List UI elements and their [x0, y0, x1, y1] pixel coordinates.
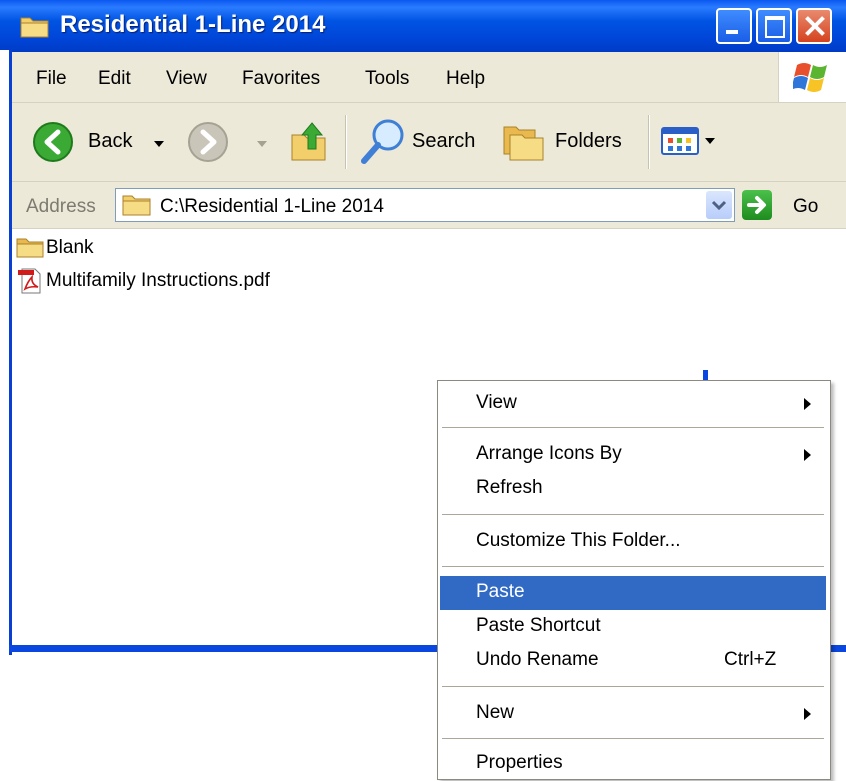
folder-icon [16, 238, 44, 258]
menu-item-label: New [476, 702, 515, 723]
menu-item-customize-folder[interactable]: Customize This Folder... [440, 525, 826, 559]
windows-logo-icon [793, 63, 827, 92]
search-icon [361, 119, 404, 164]
list-item[interactable]: Blank [16, 234, 94, 262]
submenu-arrow-icon [804, 449, 811, 461]
address-input[interactable]: C:\Residential 1-Line 2014 [115, 188, 735, 222]
menu-item-view[interactable]: View [440, 387, 826, 421]
go-arrow-icon [747, 196, 766, 214]
window-left-border [0, 50, 12, 655]
close-button[interactable] [796, 8, 832, 44]
submenu-arrow-icon [804, 398, 811, 410]
folders-button[interactable]: Folders [502, 119, 632, 165]
search-button[interactable]: Search [358, 117, 488, 167]
folder-icon [20, 17, 49, 38]
forward-dropdown-arrow-icon[interactable] [257, 141, 267, 147]
menu-bar: File Edit View Favorites Tools Help [12, 52, 846, 103]
menu-item-label: Properties [476, 752, 563, 773]
list-item[interactable]: Multifamily Instructions.pdf [16, 267, 270, 295]
menu-separator [442, 686, 824, 687]
menu-item-paste[interactable]: Paste [440, 576, 826, 610]
go-button[interactable] [742, 190, 772, 220]
menu-help[interactable]: Help [446, 68, 485, 90]
forward-button[interactable] [187, 121, 267, 165]
pdf-icon [18, 268, 41, 294]
address-dropdown-button[interactable] [706, 191, 732, 219]
menu-item-label: View [476, 392, 517, 413]
address-label: Address [26, 196, 96, 217]
menu-item-arrange-icons-by[interactable]: Arrange Icons By [440, 438, 826, 472]
menu-item-label: Paste Shortcut [476, 615, 601, 636]
menu-tools[interactable]: Tools [365, 68, 409, 90]
views-button[interactable] [660, 125, 722, 161]
menu-item-refresh[interactable]: Refresh [440, 472, 826, 506]
menu-separator [442, 738, 824, 739]
menu-separator [442, 514, 824, 515]
folder-icon [122, 195, 151, 216]
menu-edit[interactable]: Edit [98, 68, 131, 90]
menu-separator [442, 566, 824, 567]
file-name: Multifamily Instructions.pdf [46, 270, 270, 291]
menu-item-properties[interactable]: Properties [440, 747, 826, 781]
minimize-button[interactable] [716, 8, 752, 44]
file-name: Blank [46, 237, 94, 258]
toolbar-separator [345, 115, 346, 169]
views-icon [661, 127, 699, 155]
shortcut-label: Ctrl+Z [724, 649, 777, 670]
chevron-down-icon [711, 200, 727, 211]
menu-separator [442, 427, 824, 428]
menu-item-label: Paste [476, 581, 525, 602]
address-bar: Address C:\Residential 1-Line 2014 Go [12, 182, 846, 229]
menu-item-new[interactable]: New [440, 697, 826, 731]
back-label: Back [88, 130, 133, 152]
back-button[interactable]: Back [32, 121, 172, 165]
menu-item-label: Undo Rename [476, 649, 599, 670]
back-dropdown-arrow-icon[interactable] [154, 141, 164, 147]
up-folder-icon[interactable] [290, 119, 330, 163]
menu-item-undo-rename[interactable]: Undo Rename Ctrl+Z [440, 644, 826, 678]
title-bar[interactable]: Residential 1-Line 2014 [0, 0, 846, 52]
go-label[interactable]: Go [793, 196, 818, 218]
views-dropdown-arrow-icon[interactable] [705, 138, 715, 144]
windows-logo-area [778, 52, 846, 102]
back-arrow-icon [33, 122, 73, 162]
menu-item-label: Customize This Folder... [476, 530, 681, 551]
menu-favorites[interactable]: Favorites [242, 68, 320, 90]
menu-file[interactable]: File [36, 68, 67, 90]
folders-icon [503, 126, 544, 161]
menu-item-label: Refresh [476, 477, 543, 498]
submenu-arrow-icon [804, 708, 811, 720]
folders-label: Folders [555, 130, 622, 152]
menu-view[interactable]: View [166, 68, 207, 90]
toolbar-separator [648, 115, 649, 169]
address-path: C:\Residential 1-Line 2014 [160, 196, 384, 217]
menu-item-label: Arrange Icons By [476, 443, 622, 464]
toolbar: Back Search Folders [12, 103, 846, 182]
context-menu: View Arrange Icons By Refresh Customize … [437, 380, 831, 780]
forward-arrow-icon [188, 122, 228, 162]
window-title: Residential 1-Line 2014 [60, 11, 326, 38]
maximize-button[interactable] [756, 8, 792, 44]
menu-item-paste-shortcut[interactable]: Paste Shortcut [440, 610, 826, 644]
search-label: Search [412, 130, 476, 152]
